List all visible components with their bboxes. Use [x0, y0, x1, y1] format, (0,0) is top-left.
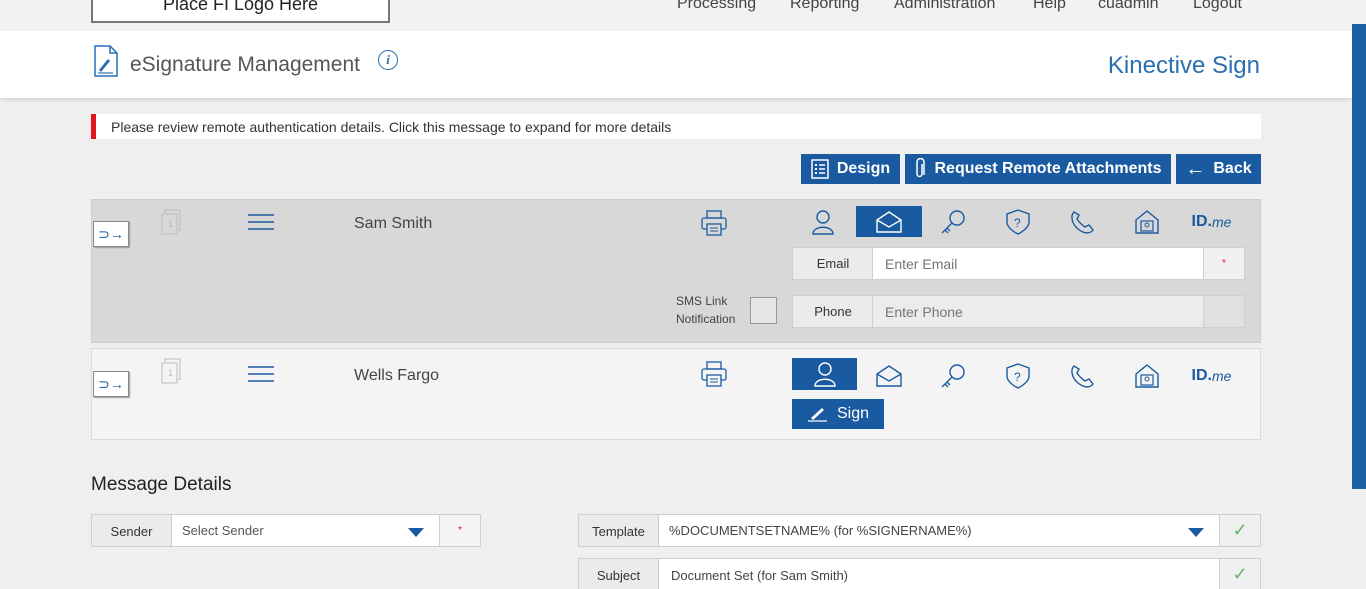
nav-help[interactable]: Help: [1033, 0, 1066, 14]
nav-reporting[interactable]: Reporting: [790, 0, 859, 14]
fi-logo-placeholder: Place FI Logo Here: [91, 0, 390, 23]
svg-text:1: 1: [168, 219, 173, 229]
back-label: Back: [1213, 160, 1252, 177]
security-question-icon[interactable]: ?: [985, 360, 1050, 392]
sign-button[interactable]: Sign: [792, 399, 884, 429]
phone-input[interactable]: [872, 295, 1204, 328]
key-icon[interactable]: [920, 360, 985, 392]
sign-label: Sign: [836, 405, 870, 422]
chevron-down-icon: [1188, 528, 1204, 537]
routing-order-button[interactable]: ⊃→: [93, 221, 129, 247]
brand-name: Kinective Sign: [1107, 52, 1260, 79]
printer-icon[interactable]: [700, 360, 728, 393]
top-nav: Place FI Logo Here Processing Reporting …: [0, 0, 1366, 31]
scrollbar[interactable]: [1352, 24, 1366, 489]
design-button[interactable]: Design: [801, 154, 900, 184]
signer-name: Sam Smith: [354, 215, 433, 232]
signer-row: ⊃→ 1 Wells Fargo ? ID. me Sign: [91, 348, 1261, 440]
signer-row: ⊃→ 1 Sam Smith ? ID. me Email Enter Emai…: [91, 199, 1261, 343]
sender-select[interactable]: Select Sender: [171, 514, 440, 547]
subject-input[interactable]: Document Set (for Sam Smith): [658, 558, 1220, 589]
svg-text:?: ?: [1014, 216, 1021, 230]
arrow-left-icon: ←: [1185, 158, 1206, 180]
nav-processing[interactable]: Processing: [677, 0, 756, 14]
template-label: Template: [578, 514, 659, 547]
design-label: Design: [836, 160, 891, 177]
email-icon[interactable]: [856, 360, 921, 392]
routing-order-button[interactable]: ⊃→: [93, 371, 129, 397]
id-verification-icon[interactable]: [1114, 360, 1179, 392]
sender-label: Sender: [91, 514, 172, 547]
pen-icon: [807, 408, 827, 422]
nav-user[interactable]: cuadmin: [1098, 0, 1158, 14]
check-icon: ✓: [1219, 514, 1261, 547]
svg-text:1: 1: [168, 368, 173, 378]
key-icon[interactable]: [920, 206, 985, 238]
checklist-icon: [811, 159, 829, 179]
idme-icon[interactable]: ID. me: [1179, 206, 1244, 238]
nav-logout[interactable]: Logout: [1193, 0, 1242, 14]
sender-placeholder: Select Sender: [182, 523, 264, 538]
in-person-icon[interactable]: [792, 358, 857, 390]
phone-icon[interactable]: [1049, 360, 1114, 392]
email-input[interactable]: [872, 247, 1204, 280]
sms-link-label: SMS Link Notification: [676, 294, 736, 326]
document-sign-icon: [93, 45, 119, 82]
id-verification-icon[interactable]: [1114, 206, 1179, 238]
in-person-icon[interactable]: [790, 206, 855, 238]
email-icon[interactable]: [856, 206, 922, 237]
phone-side-cell: [1203, 295, 1245, 328]
template-value: %DOCUMENTSETNAME% (for %SIGNERNAME%): [669, 523, 972, 538]
attachments-label: Request Remote Attachments: [934, 160, 1162, 177]
menu-icon[interactable]: [248, 365, 274, 388]
back-button[interactable]: ← Back: [1176, 154, 1261, 184]
required-indicator: *: [439, 514, 481, 547]
email-label: Email: [792, 247, 874, 280]
template-select[interactable]: %DOCUMENTSETNAME% (for %SIGNERNAME%): [658, 514, 1220, 547]
chevron-down-icon: [408, 528, 424, 537]
info-icon[interactable]: i: [378, 50, 398, 70]
page-header: eSignature Management i Kinective Sign: [0, 31, 1352, 98]
sms-notification-checkbox[interactable]: [750, 297, 777, 324]
idme-icon[interactable]: ID. me: [1179, 360, 1244, 392]
page-copy-icon[interactable]: 1: [160, 358, 182, 391]
paperclip-icon: [916, 158, 926, 178]
nav-administration[interactable]: Administration: [894, 0, 995, 14]
check-icon: ✓: [1219, 558, 1261, 589]
auth-alert-banner[interactable]: Please review remote authentication deta…: [91, 114, 1261, 139]
security-question-icon[interactable]: ?: [985, 206, 1050, 238]
page-title: eSignature Management: [130, 53, 360, 76]
request-attachments-button[interactable]: Request Remote Attachments: [905, 154, 1171, 184]
menu-icon[interactable]: [248, 213, 274, 236]
required-indicator: *: [1203, 247, 1245, 280]
page-copy-icon[interactable]: 1: [160, 209, 182, 242]
svg-text:?: ?: [1014, 370, 1021, 384]
phone-label: Phone: [792, 295, 874, 328]
phone-icon[interactable]: [1049, 206, 1114, 238]
signer-name: Wells Fargo: [354, 367, 440, 384]
message-details-title: Message Details: [91, 474, 232, 495]
printer-icon[interactable]: [700, 209, 728, 242]
subject-label: Subject: [578, 558, 659, 589]
